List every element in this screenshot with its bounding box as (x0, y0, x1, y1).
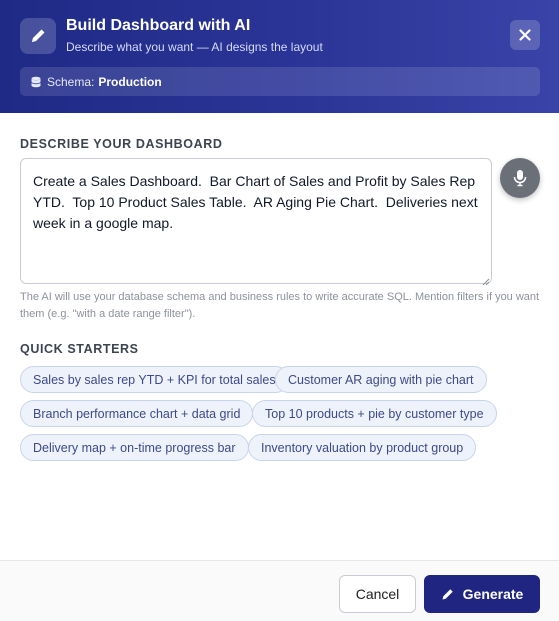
schema-value: Production (98, 74, 162, 89)
dialog-subtitle: Describe what you want — AI designs the … (66, 40, 323, 54)
close-icon (519, 29, 531, 41)
quick-starter-chip[interactable]: Delivery map + on-time progress bar (20, 434, 249, 461)
pencil-icon (20, 18, 56, 54)
resize-handle[interactable] (481, 273, 490, 286)
voice-input-button[interactable] (500, 158, 540, 198)
schema-label: Schema: (47, 74, 95, 89)
dialog-header: Build Dashboard with AI Describe what yo… (0, 0, 559, 113)
database-icon (30, 76, 42, 88)
quick-starter-chip[interactable]: Customer AR aging with pie chart (275, 366, 487, 393)
generate-button[interactable]: Generate (424, 575, 540, 613)
describe-section-label: DESCRIBE YOUR DASHBOARD (20, 137, 223, 151)
quick-starter-chip[interactable]: Sales by sales rep YTD + KPI for total s… (20, 366, 289, 393)
generate-label: Generate (462, 586, 524, 602)
helper-text: The AI will use your database schema and… (20, 291, 540, 320)
schema-indicator: Schema: Production (20, 67, 540, 96)
close-button[interactable] (510, 20, 540, 50)
dialog-title: Build Dashboard with AI (66, 17, 251, 34)
pencil-icon (442, 589, 453, 600)
quick-starter-chip[interactable]: Inventory valuation by product group (248, 434, 477, 461)
quick-starter-chip[interactable]: Top 10 products + pie by customer type (252, 400, 497, 427)
quick-starters-label: QUICK STARTERS (20, 342, 139, 356)
cancel-button[interactable]: Cancel (339, 575, 416, 613)
quick-starter-chip[interactable]: Branch performance chart + data grid (20, 400, 254, 427)
microphone-icon (513, 170, 527, 187)
dashboard-description-input[interactable]: Create a Sales Dashboard. Bar Chart of S… (20, 158, 492, 284)
